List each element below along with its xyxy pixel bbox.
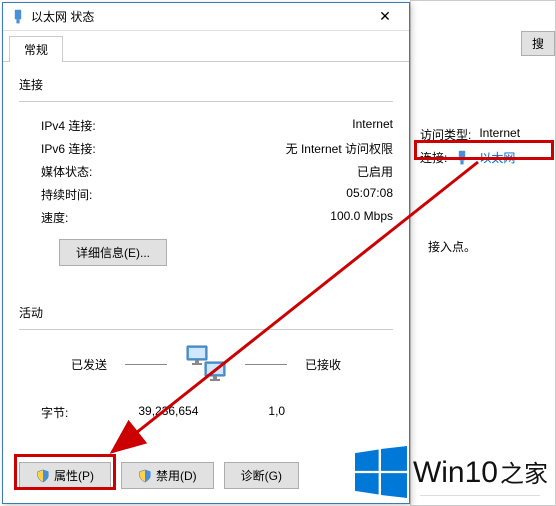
computers-icon	[185, 344, 227, 384]
disable-button-label: 禁用(D)	[156, 467, 197, 484]
duration-label: 持续时间:	[41, 186, 92, 203]
speed-value: 100.0 Mbps	[330, 209, 393, 226]
connection-section-title: 连接	[19, 76, 393, 93]
network-adapter-icon	[11, 9, 25, 25]
tab-strip: 常规	[3, 31, 409, 62]
activity-visualization: 已发送 已接收	[19, 344, 393, 384]
ipv6-value: 无 Internet 访问权限	[286, 140, 393, 157]
bytes-received-value: 1,0	[268, 404, 285, 421]
section-divider	[19, 329, 393, 330]
shield-icon	[36, 469, 50, 483]
received-label: 已接收	[305, 356, 341, 373]
watermark-brand-c: 之家	[500, 454, 548, 489]
close-icon: ✕	[379, 8, 391, 25]
access-type-value: Internet	[479, 126, 520, 143]
dialog-body: 连接 IPv4 连接: Internet IPv6 连接: 无 Internet 访…	[3, 62, 409, 441]
activity-section-title: 活动	[19, 304, 393, 321]
dialog-titlebar: 以太网 状态 ✕	[3, 3, 409, 31]
network-adapter-icon	[455, 150, 469, 166]
received-line	[245, 364, 287, 365]
watermark: Win 10 之家	[355, 446, 548, 498]
disable-button[interactable]: 禁用(D)	[121, 462, 214, 489]
dialog-title: 以太网 状态	[31, 8, 365, 25]
connections-label: 连接:	[420, 149, 447, 166]
watermark-brand-b: 10	[465, 456, 498, 490]
bytes-label: 字节:	[41, 404, 68, 421]
action-buttons: 属性(P) 禁用(D) 诊断(G)	[19, 462, 299, 489]
ipv4-value: Internet	[352, 117, 393, 134]
access-point-text: 接入点。	[428, 238, 476, 255]
shield-icon	[138, 469, 152, 483]
background-info-panel: 访问类型: Internet 连接: 以太网	[420, 126, 520, 172]
ethernet-status-dialog: 以太网 状态 ✕ 常规 连接 IPv4 连接: Internet IPv6 连接:…	[2, 2, 410, 504]
sent-label: 已发送	[71, 356, 107, 373]
properties-button-label: 属性(P)	[54, 467, 94, 484]
access-type-label: 访问类型:	[420, 126, 471, 143]
windows-logo-icon	[355, 446, 407, 498]
duration-value: 05:07:08	[346, 186, 393, 203]
bytes-sent-value: 39,236,654	[138, 404, 198, 421]
details-button[interactable]: 详细信息(E)...	[59, 239, 167, 266]
close-button[interactable]: ✕	[365, 5, 405, 29]
section-divider	[19, 101, 393, 102]
media-state-label: 媒体状态:	[41, 163, 92, 180]
speed-label: 速度:	[41, 209, 68, 226]
ethernet-link-text: 以太网	[479, 149, 515, 166]
search-button[interactable]: 搜	[521, 31, 555, 56]
properties-button[interactable]: 属性(P)	[19, 462, 111, 489]
diagnose-button-label: 诊断(G)	[241, 467, 282, 484]
ipv6-label: IPv6 连接:	[41, 140, 96, 157]
media-state-value: 已启用	[357, 163, 393, 180]
sent-line	[125, 364, 167, 365]
watermark-brand-a: Win	[413, 456, 465, 490]
tab-general[interactable]: 常规	[9, 36, 63, 62]
ethernet-link[interactable]: 以太网	[455, 149, 515, 166]
ipv4-label: IPv4 连接:	[41, 117, 96, 134]
diagnose-button[interactable]: 诊断(G)	[224, 462, 299, 489]
